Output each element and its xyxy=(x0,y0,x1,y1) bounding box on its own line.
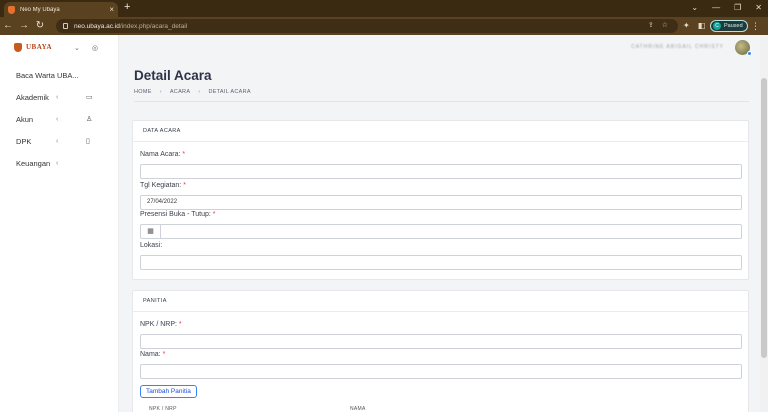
url-text: neo.ubaya.ac.id/index.php/acara_detail xyxy=(74,23,187,30)
page-topbar: CATHRINE ABIGAIL CHRISTY xyxy=(119,35,768,63)
lock-icon[interactable] xyxy=(63,23,68,29)
breadcrumb-separator-icon: › xyxy=(198,89,201,95)
table-header-npk: NPK / NRP xyxy=(149,406,177,412)
profile-status: Paused xyxy=(724,23,743,29)
nama-label-text: Nama: xyxy=(140,351,161,358)
breadcrumb-home[interactable]: HOME xyxy=(134,89,152,95)
tgl-kegiatan-label: Tgl Kegiatan: * xyxy=(140,182,186,189)
target-icon[interactable]: ◎ xyxy=(92,44,98,52)
omnibox-icons: ⇪ ☆ xyxy=(648,19,668,33)
tab-title: Neo My Ubaya xyxy=(20,6,60,13)
sidepanel-icon[interactable]: ◧ xyxy=(698,17,706,35)
page-scrollbar[interactable] xyxy=(760,35,768,412)
window-controls: ⌄ — ❐ ✕ xyxy=(691,1,762,15)
user-icon: ♙ xyxy=(86,116,93,123)
data-acara-heading: DATA ACARA xyxy=(133,121,748,142)
share-icon[interactable]: ⇪ xyxy=(648,19,654,33)
sidebar-item-label: Akun xyxy=(16,114,34,124)
chevron-left-icon: ‹ xyxy=(56,137,59,145)
sidebar-item-akademik[interactable]: Akademik ‹ ▭ xyxy=(16,90,108,104)
calendar-icon[interactable]: ▦ xyxy=(141,225,161,238)
star-icon[interactable]: ☆ xyxy=(662,19,668,33)
book-icon: ▭ xyxy=(86,94,93,101)
presensi-range-input[interactable]: ▦ xyxy=(140,224,742,239)
profile-button[interactable]: C Paused xyxy=(710,20,748,32)
kebab-menu-icon[interactable]: ⋮ xyxy=(751,17,760,35)
required-mark: * xyxy=(183,182,186,189)
back-arrow-icon[interactable]: ← xyxy=(0,17,16,35)
panitia-heading: PANITIA xyxy=(133,291,748,312)
tab-close-icon[interactable]: × xyxy=(109,5,114,14)
npk-label-text: NPK / NRP: xyxy=(140,321,177,328)
extension-icons: ✦ ◧ xyxy=(683,17,705,35)
required-mark: * xyxy=(182,151,186,158)
sidebar: UBAYA ⌄ ◎ Baca Warta UBA... Akademik ‹ ▭… xyxy=(0,35,119,412)
npk-label: NPK / NRP: * xyxy=(140,321,182,328)
presensi-label: Presensi Buka - Tutup: * xyxy=(140,211,216,218)
data-acara-card: DATA ACARA Nama Acara: * Tgl Kegiatan: *… xyxy=(132,120,749,280)
close-window-icon[interactable]: ✕ xyxy=(755,1,762,15)
sidebar-item-dpk[interactable]: DPK ‹ ▯ xyxy=(16,134,108,148)
nama-acara-input[interactable] xyxy=(140,164,742,179)
ubaya-logo[interactable]: UBAYA xyxy=(14,43,52,52)
browser-tab[interactable]: Neo My Ubaya × xyxy=(4,2,118,17)
tambah-panitia-button[interactable]: Tambah Panitia xyxy=(140,385,197,398)
panitia-card: PANITIA NPK / NRP: * Nama: * Tambah Pani… xyxy=(132,290,749,412)
ubaya-favicon-icon xyxy=(8,5,15,14)
required-mark: * xyxy=(178,321,182,328)
sidebar-item-label: Akademik xyxy=(16,92,49,102)
browser-titlebar: Neo My Ubaya × + ⌄ — ❐ ✕ xyxy=(0,0,768,17)
nama-input[interactable] xyxy=(140,364,742,379)
required-mark: * xyxy=(162,351,166,358)
address-bar[interactable]: neo.ubaya.ac.id/index.php/acara_detail ⇪… xyxy=(56,19,678,33)
npk-input[interactable] xyxy=(140,334,742,349)
reload-icon[interactable]: ↻ xyxy=(32,17,48,35)
sidebar-item-keuangan[interactable]: Keuangan ‹ xyxy=(16,156,108,170)
required-mark: * xyxy=(212,211,216,218)
table-header-nama: NAMA xyxy=(350,406,366,412)
tgl-kegiatan-input[interactable]: 27/04/2022 xyxy=(140,195,742,210)
breadcrumb-detail-acara: DETAIL ACARA xyxy=(208,89,251,95)
minimize-icon[interactable]: — xyxy=(712,1,720,15)
sidebar-top-icons: ⌄ ◎ xyxy=(74,44,98,52)
chevron-left-icon: ‹ xyxy=(56,159,59,167)
lokasi-input[interactable] xyxy=(140,255,742,270)
online-status-dot xyxy=(747,51,752,56)
title-divider xyxy=(134,101,749,102)
sidebar-item-akun[interactable]: Akun ‹ ♙ xyxy=(16,112,108,126)
sidebar-item-label: Baca Warta UBA... xyxy=(16,70,79,80)
forward-arrow-icon[interactable]: → xyxy=(16,17,32,35)
user-name[interactable]: CATHRINE ABIGAIL CHRISTY xyxy=(631,44,724,50)
nama-acara-label-text: Nama Acara: xyxy=(140,151,181,158)
puzzle-icon[interactable]: ✦ xyxy=(683,17,690,35)
url-host: neo.ubaya.ac.id xyxy=(74,22,120,30)
sidebar-item-label: DPK xyxy=(16,136,32,146)
nama-label: Nama: * xyxy=(140,351,165,358)
profile-avatar: C xyxy=(713,22,721,30)
breadcrumb-separator-icon: › xyxy=(159,89,162,95)
page-title: Detail Acara xyxy=(134,68,212,83)
breadcrumb: HOME › ACARA › DETAIL ACARA xyxy=(134,89,251,95)
nama-acara-label: Nama Acara: * xyxy=(140,151,185,158)
browser-toolbar: ← → ↻ neo.ubaya.ac.id/index.php/acara_de… xyxy=(0,17,768,35)
lokasi-label: Lokasi: xyxy=(140,242,163,249)
badge-icon: ▯ xyxy=(86,138,90,145)
new-tab-button[interactable]: + xyxy=(124,1,130,14)
url-path: /index.php/acara_detail xyxy=(119,22,188,30)
scrollbar-thumb[interactable] xyxy=(761,78,767,358)
restore-icon[interactable]: ❐ xyxy=(734,1,741,15)
logo-text: UBAYA xyxy=(26,43,53,51)
sidebar-item-label: Keuangan xyxy=(16,158,51,168)
chevron-left-icon: ‹ xyxy=(56,93,59,101)
tab-search-chevron-icon[interactable]: ⌄ xyxy=(691,1,698,15)
presensi-label-text: Presensi Buka - Tutup: xyxy=(140,211,211,218)
breadcrumb-acara[interactable]: ACARA xyxy=(170,89,190,95)
ubaya-emblem-icon xyxy=(14,43,22,52)
chevron-left-icon: ‹ xyxy=(56,115,59,123)
chevron-down-icon[interactable]: ⌄ xyxy=(74,44,80,52)
tgl-kegiatan-label-text: Tgl Kegiatan: xyxy=(140,182,182,189)
sidebar-item-baca-warta[interactable]: Baca Warta UBA... xyxy=(16,68,108,82)
